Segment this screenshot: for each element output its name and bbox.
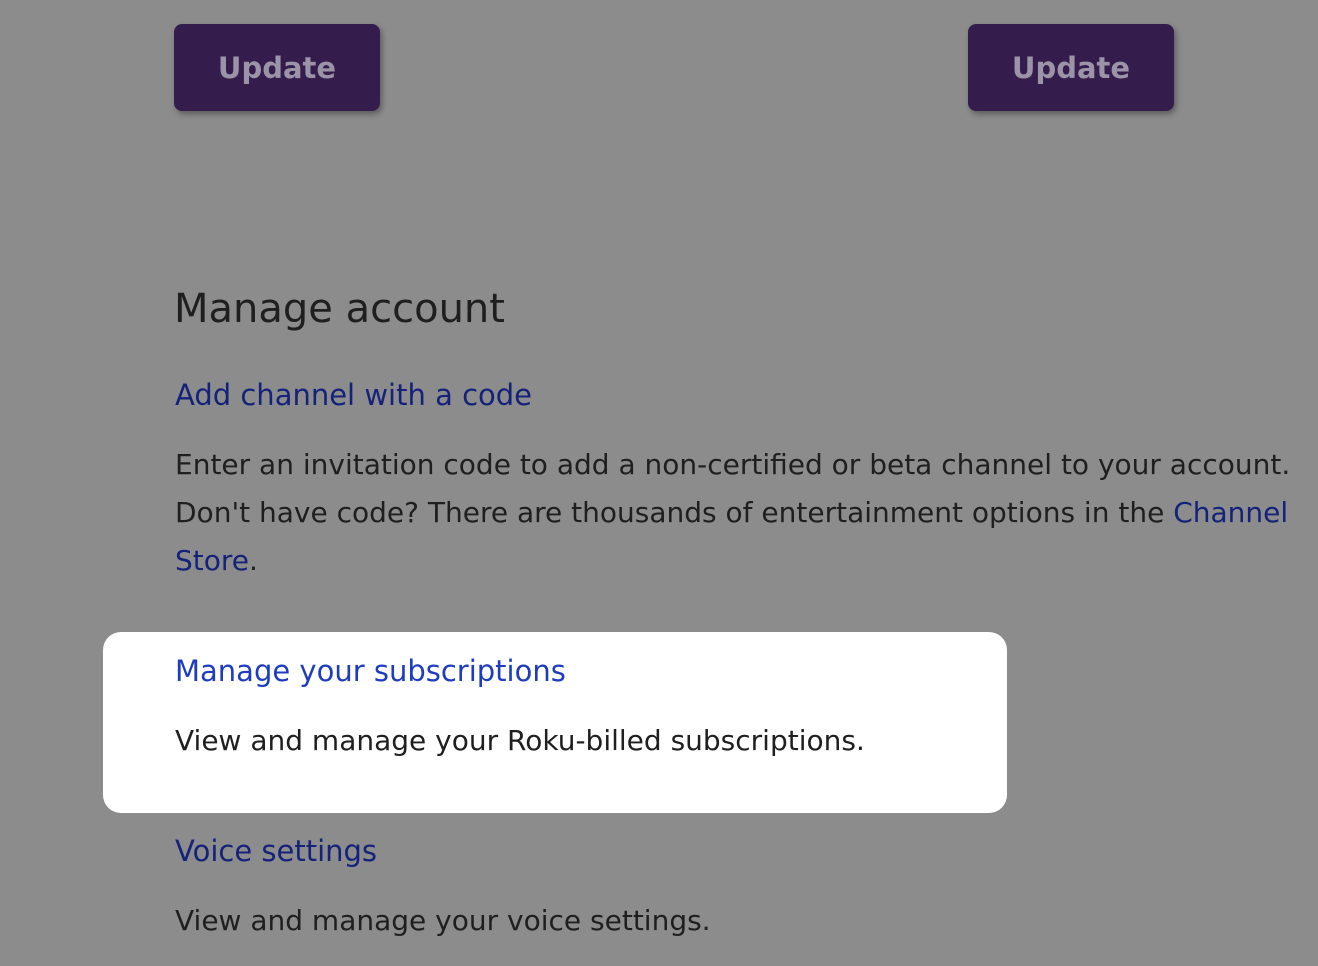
add-channel-description: Enter an invitation code to add a non-ce… [175,441,1305,585]
add-channel-description-text: Enter an invitation code to add a non-ce… [175,448,1291,529]
add-channel-with-code-link[interactable]: Add channel with a code [175,378,532,412]
manage-account-heading: Manage account [174,286,505,332]
manage-subscriptions-link[interactable]: Manage your subscriptions [175,654,566,688]
subscriptions-description: View and manage your Roku-billed subscri… [175,724,865,757]
add-channel-description-period: . [249,544,258,577]
voice-settings-link[interactable]: Voice settings [175,834,377,868]
update-button-secondary[interactable]: Update [968,24,1174,111]
voice-settings-description: View and manage your voice settings. [175,904,711,937]
update-button[interactable]: Update [174,24,380,111]
